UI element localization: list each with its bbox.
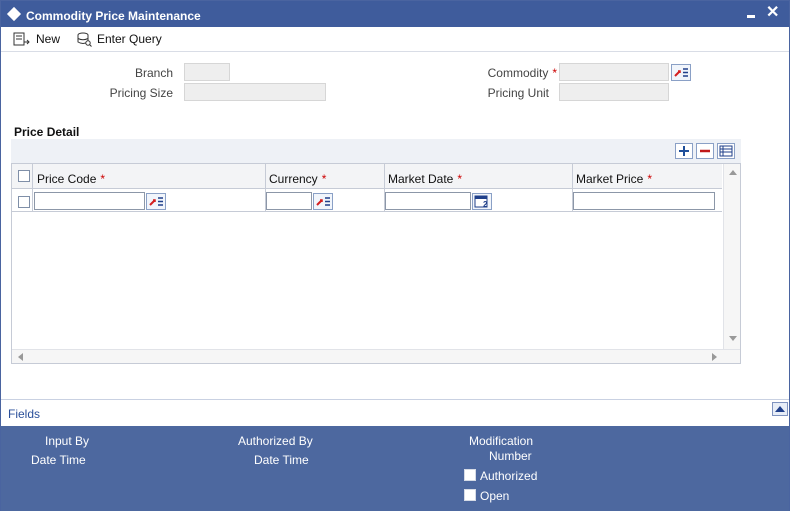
col-price-code: Price Code *: [37, 172, 105, 186]
collapse-footer-button[interactable]: [772, 402, 788, 416]
col-market-price: Market Price *: [576, 172, 652, 186]
scroll-up-arrow-icon[interactable]: [729, 170, 737, 175]
pricing-unit-label: Pricing Unit: [487, 86, 549, 100]
commodity-lov-button[interactable]: [671, 64, 691, 81]
pricing-size-label: Pricing Size: [109, 86, 173, 100]
grid-toolbar: [11, 139, 741, 163]
col-currency-label: Currency: [269, 172, 318, 186]
window-title: Commodity Price Maintenance: [26, 9, 201, 23]
select-all-checkbox[interactable]: [18, 170, 30, 182]
title-bar: Commodity Price Maintenance ✕: [1, 1, 789, 27]
list-of-values-icon: [316, 197, 330, 206]
commodity-label: Commodity: [487, 66, 549, 80]
price-code-lov-button[interactable]: [146, 193, 166, 210]
enter-query-label: Enter Query: [97, 32, 162, 46]
list-of-values-icon: [149, 197, 163, 206]
branch-label: Branch: [134, 66, 173, 80]
delete-row-button[interactable]: [696, 143, 714, 159]
col-market-date-label: Market Date: [388, 172, 454, 186]
commodity-price-window: Commodity Price Maintenance ✕ New Enter …: [0, 0, 790, 511]
pricing-size-field[interactable]: [184, 83, 326, 101]
audit-footer: Input By Date Time Authorized By Date Ti…: [1, 426, 789, 511]
minimize-button[interactable]: [747, 15, 755, 18]
input-date-time-label: Date Time: [31, 453, 86, 467]
row-divider: [12, 211, 722, 212]
column-divider: [32, 164, 33, 212]
toolbar: New Enter Query: [1, 27, 789, 52]
market-date-calendar-button[interactable]: 2: [472, 193, 492, 210]
scroll-left-arrow-icon[interactable]: [18, 353, 23, 361]
authorized-checkbox[interactable]: [464, 469, 476, 481]
triangle-up-icon: [775, 406, 785, 412]
required-marker: *: [552, 66, 557, 80]
col-market-price-label: Market Price: [576, 172, 644, 186]
calendar-icon: 2: [474, 195, 488, 209]
add-row-button[interactable]: [675, 143, 693, 159]
grid-list-icon: [719, 145, 733, 157]
form-area: Branch Pricing Size Commodity * Pricing U…: [1, 52, 789, 397]
required-marker: *: [100, 172, 106, 186]
col-currency: Currency *: [269, 172, 326, 186]
query-database-icon: [76, 32, 92, 47]
market-price-input[interactable]: [573, 192, 715, 210]
col-market-date: Market Date *: [388, 172, 462, 186]
horizontal-scrollbar[interactable]: [12, 349, 740, 363]
new-button[interactable]: New: [13, 30, 60, 48]
price-detail-grid: Price Code * Currency * Market Date * Marke…: [11, 163, 741, 364]
vertical-scrollbar[interactable]: [723, 164, 740, 349]
scroll-down-arrow-icon[interactable]: [729, 336, 737, 341]
row-select-checkbox[interactable]: [18, 196, 30, 208]
commodity-field[interactable]: [559, 63, 669, 81]
new-document-icon: [13, 32, 31, 46]
authorized-date-time-label: Date Time: [254, 453, 309, 467]
required-marker: *: [647, 172, 653, 186]
col-price-code-label: Price Code: [37, 172, 97, 186]
close-button[interactable]: ✕: [766, 5, 779, 21]
input-by-label: Input By: [45, 434, 90, 448]
svg-text:2: 2: [483, 200, 488, 209]
required-marker: *: [457, 172, 463, 186]
pricing-unit-field[interactable]: [559, 83, 669, 101]
list-of-values-icon: [674, 68, 688, 77]
modification-number-label: Number: [489, 449, 532, 463]
fields-bar: Fields: [1, 399, 789, 426]
new-label: New: [36, 32, 61, 46]
scroll-right-arrow-icon[interactable]: [712, 353, 717, 361]
authorized-label: Authorized: [480, 469, 538, 483]
plus-icon: [679, 146, 689, 156]
authorized-by-label: Authorized By: [238, 434, 313, 448]
fields-link[interactable]: Fields: [8, 407, 40, 421]
single-view-button[interactable]: [717, 143, 735, 159]
currency-input[interactable]: [266, 192, 312, 210]
currency-lov-button[interactable]: [313, 193, 333, 210]
open-checkbox[interactable]: [464, 489, 476, 501]
price-detail-title: Price Detail: [14, 125, 80, 139]
window-diamond-icon: [6, 6, 22, 22]
grid-header: Price Code * Currency * Market Date * Marke…: [12, 164, 722, 189]
required-marker: *: [321, 172, 327, 186]
market-date-input[interactable]: [385, 192, 471, 210]
branch-field[interactable]: [184, 63, 230, 81]
open-label: Open: [480, 489, 510, 503]
minus-icon: [700, 149, 710, 153]
commodity-label-wrap: Commodity *: [441, 66, 557, 80]
price-code-input[interactable]: [34, 192, 145, 210]
enter-query-button[interactable]: Enter Query: [76, 30, 162, 48]
modification-label: Modification: [469, 434, 534, 448]
